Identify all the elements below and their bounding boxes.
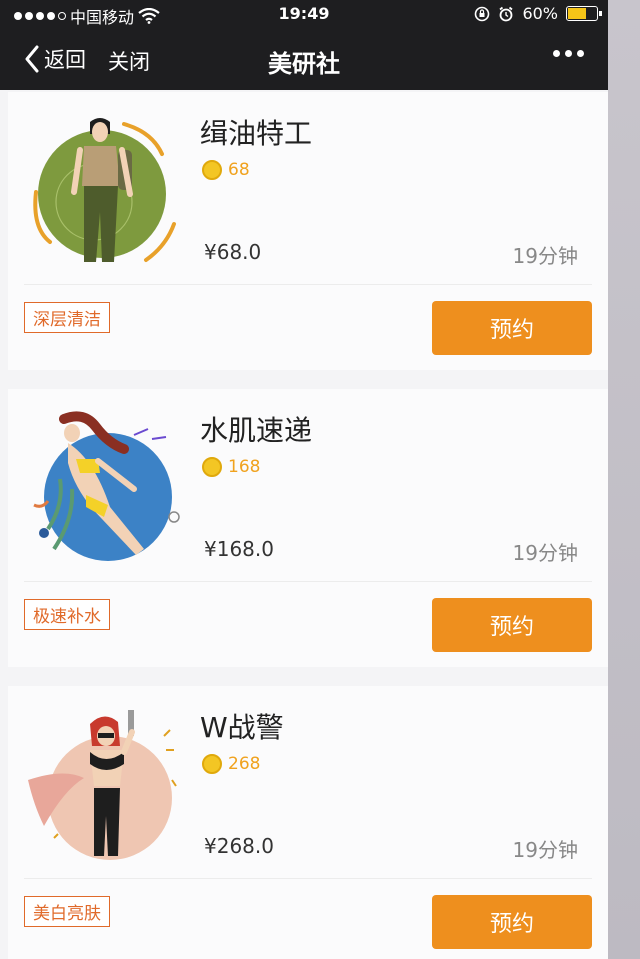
category-tag: 美白亮肤	[24, 896, 110, 927]
page-title: 美研社	[268, 50, 340, 78]
agent-woman-illustration	[28, 710, 177, 860]
battery-icon	[566, 6, 602, 21]
duration: 19分钟	[512, 541, 578, 565]
swimmer-illustration	[33, 411, 180, 561]
points-value: 168	[228, 457, 261, 477]
coin-icon	[202, 457, 222, 477]
coin-icon	[202, 160, 222, 180]
divider	[24, 581, 592, 582]
more-dot-icon	[553, 50, 560, 57]
points-row: 168	[202, 457, 260, 477]
service-name: W战警	[200, 711, 284, 744]
back-button[interactable]: 返回	[24, 44, 86, 74]
status-right: 60%	[474, 4, 602, 23]
service-card: W战警 268 ¥268.0 19分钟 美白亮肤 预约	[8, 686, 608, 959]
woman-with-backpack-illustration	[33, 118, 176, 262]
phone-screen: 中国移动 19:49 60% 返回 关闭 美研社 缉油特工 68 ¥68.0 1…	[0, 0, 608, 959]
category-tag: 深层清洁	[24, 302, 110, 333]
back-label: 返回	[44, 48, 86, 72]
price: ¥68.0	[204, 240, 262, 264]
divider	[24, 284, 592, 285]
duration: 19分钟	[512, 244, 578, 268]
orientation-lock-icon	[475, 6, 490, 21]
points-row: 268	[202, 754, 260, 774]
alarm-icon	[499, 6, 513, 21]
price: ¥168.0	[204, 537, 274, 561]
chevron-left-icon	[25, 45, 39, 73]
service-name: 水肌速递	[200, 414, 313, 447]
points-row: 68	[202, 160, 250, 180]
divider	[24, 878, 592, 879]
battery-label: 60%	[522, 4, 558, 23]
category-tag: 极速补水	[24, 599, 110, 630]
service-card: 缉油特工 68 ¥68.0 19分钟 深层清洁 预约	[8, 92, 608, 370]
points-value: 68	[228, 160, 250, 180]
close-button[interactable]: 关闭	[108, 46, 150, 76]
more-options-button[interactable]	[553, 50, 584, 57]
book-button[interactable]: 预约	[432, 598, 592, 652]
book-button[interactable]: 预约	[432, 895, 592, 949]
service-name: 缉油特工	[200, 117, 313, 150]
background-right	[608, 0, 640, 959]
duration: 19分钟	[512, 838, 578, 862]
service-card: 水肌速递 168 ¥168.0 19分钟 极速补水 预约	[8, 389, 608, 667]
nav-bar: 返回 关闭 美研社	[0, 30, 608, 90]
status-bar: 中国移动 19:49 60%	[0, 0, 608, 30]
book-button[interactable]: 预约	[432, 301, 592, 355]
coin-icon	[202, 754, 222, 774]
price: ¥268.0	[204, 834, 274, 858]
points-value: 268	[228, 754, 261, 774]
